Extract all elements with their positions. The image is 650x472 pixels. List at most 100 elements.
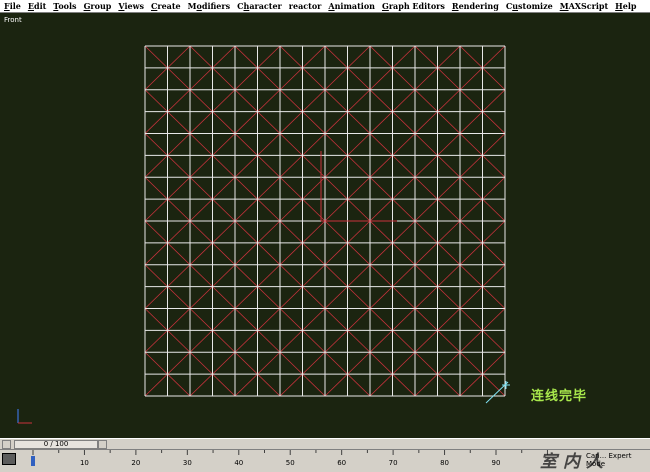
diagonal-edge [392, 111, 416, 134]
diagonal-edge [279, 373, 303, 397]
diagonal-edge [257, 176, 281, 200]
diagonal-edge [459, 373, 483, 397]
diagonal-edge [459, 264, 483, 287]
diagonal-edge [437, 308, 461, 331]
diagonal-edge [414, 176, 438, 200]
menu-file[interactable]: File [4, 1, 21, 11]
diagonal-edge [257, 89, 281, 112]
front-viewport[interactable]: Front 连线完毕 [0, 13, 650, 438]
diagonal-edge [212, 133, 236, 156]
diagonal-edge [482, 220, 506, 244]
diagonal-edge [212, 155, 236, 178]
diagonal-edge [414, 155, 438, 178]
diagonal-edge [257, 220, 281, 244]
diagonal-edge [347, 133, 371, 156]
diagonal-edge [482, 373, 506, 397]
diagonal-edge [257, 330, 281, 353]
diagonal-edge [212, 220, 236, 244]
diagonal-edge [392, 264, 416, 287]
track-tick-label: 20 [131, 459, 140, 467]
mini-curve-editor-icon[interactable] [2, 453, 16, 465]
diagonal-edge [459, 111, 483, 134]
diagonal-edge [437, 264, 461, 287]
menu-customize[interactable]: Customize [506, 1, 553, 11]
menu-edit[interactable]: Edit [28, 1, 46, 11]
diagonal-edge [212, 176, 236, 200]
menu-rendering[interactable]: Rendering [452, 1, 499, 11]
diagonal-edge [302, 220, 326, 244]
diagonal-edge [482, 133, 506, 156]
diagonal-edge [302, 89, 326, 112]
diagonal-edge [279, 330, 303, 353]
menu-group[interactable]: Group [84, 1, 112, 11]
menu-character[interactable]: Character [237, 1, 282, 11]
diagonal-edge [144, 45, 168, 69]
diagonal-edge [369, 133, 393, 156]
diagonal-edge [437, 133, 461, 156]
menu-tools[interactable]: Tools [53, 1, 76, 11]
diagonal-edge [414, 45, 438, 69]
diagonal-edge [482, 89, 506, 112]
diagonal-edge [167, 373, 191, 397]
diagonal-edge [414, 373, 438, 397]
diagonal-edge [324, 45, 348, 69]
diagonal-edge [279, 351, 303, 375]
diagonal-edge [279, 308, 303, 331]
diagonal-edge [459, 286, 483, 309]
menu-reactor[interactable]: reactor [289, 1, 322, 11]
time-prev-arrow-icon[interactable] [2, 440, 11, 449]
diagonal-edge [257, 373, 281, 397]
diagonal-edge [234, 373, 258, 397]
menu-modifiers[interactable]: Modifiers [188, 1, 230, 11]
diagonal-edge [189, 155, 213, 178]
diagonal-edge [167, 111, 191, 134]
menu-views[interactable]: Views [118, 1, 144, 11]
diagonal-edge [347, 220, 371, 244]
menu-create[interactable]: Create [151, 1, 181, 11]
diagonal-edge [414, 286, 438, 309]
diagonal-edge [459, 45, 483, 69]
diagonal-edge [347, 286, 371, 309]
menu-help[interactable]: Help [615, 1, 636, 11]
diagonal-edge [392, 308, 416, 331]
diagonal-edge [459, 89, 483, 112]
diagonal-edge [347, 89, 371, 112]
diagonal-edge [437, 242, 461, 266]
diagonal-edge [392, 155, 416, 178]
diagonal-edge [392, 242, 416, 266]
diagonal-edge [234, 89, 258, 112]
diagonal-edge [279, 133, 303, 156]
diagonal-edge [392, 89, 416, 112]
diagonal-edge [482, 264, 506, 287]
caption-text: 连线完毕 [531, 389, 588, 404]
diagonal-edge [459, 155, 483, 178]
diagonal-edge [257, 155, 281, 178]
time-next-arrow-icon[interactable] [98, 440, 107, 449]
diagonal-edge [212, 264, 236, 287]
diagonal-edge [482, 111, 506, 134]
diagonal-edge [212, 111, 236, 134]
diagonal-edge [257, 67, 281, 91]
time-slider-thumb[interactable]: 0 / 100 [14, 440, 98, 449]
diagonal-edge [234, 351, 258, 375]
diagonal-edge [189, 330, 213, 353]
diagonal-edge [482, 286, 506, 309]
menu-maxscript[interactable]: MAXScript [560, 1, 608, 11]
diagonal-edge [144, 89, 168, 112]
diagonal-edge [414, 67, 438, 91]
menu-graph-editors[interactable]: Graph Editors [382, 1, 445, 11]
diagonal-edge [392, 330, 416, 353]
diagonal-edge [414, 111, 438, 134]
current-frame-marker[interactable] [31, 456, 35, 466]
diagonal-edge [392, 45, 416, 69]
diagonal-edge [324, 176, 348, 200]
diagonal-edge [369, 351, 393, 375]
track-tick-label: 30 [183, 459, 192, 467]
diagonal-edge [459, 133, 483, 156]
diagonal-edge [302, 330, 326, 353]
diagonal-edge [234, 242, 258, 266]
diagonal-edge [347, 176, 371, 200]
diagonal-edge [212, 373, 236, 397]
menu-animation[interactable]: Animation [328, 1, 375, 11]
diagonal-edge [234, 264, 258, 287]
